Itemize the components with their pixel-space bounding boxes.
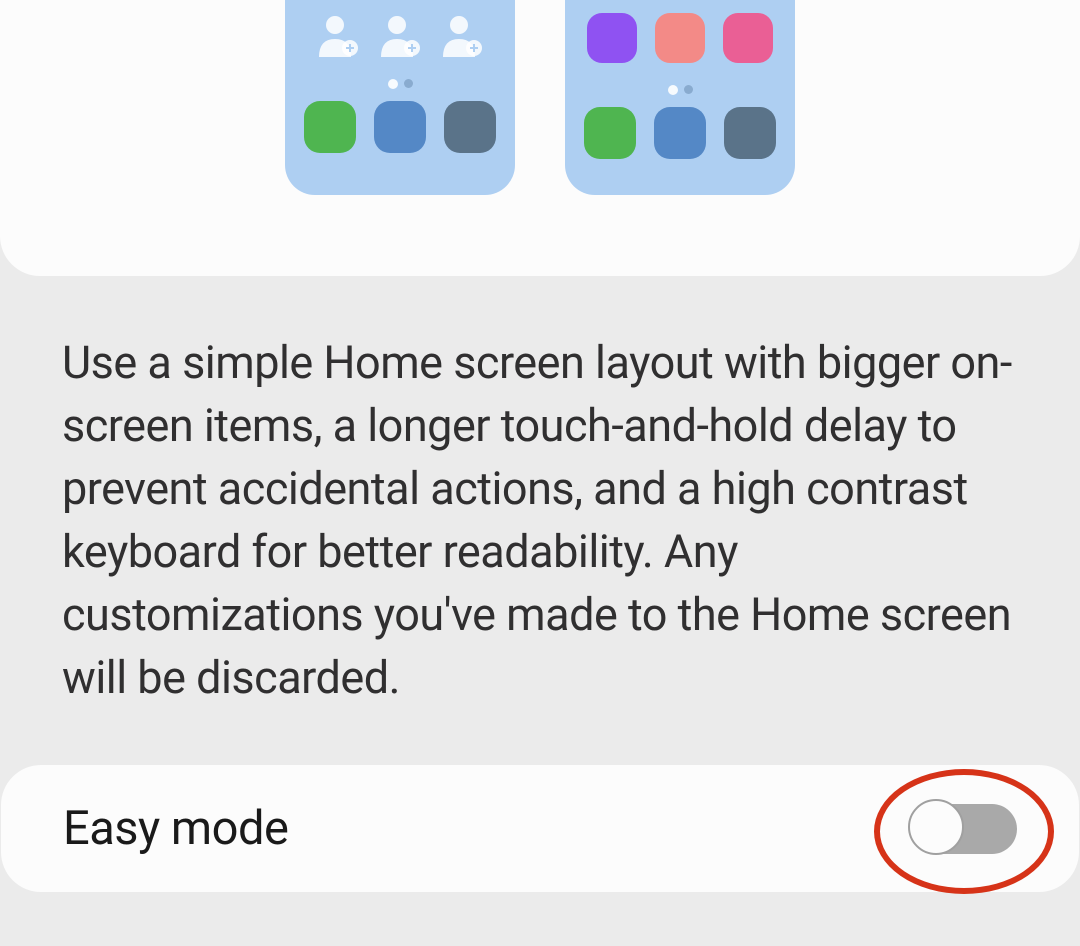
dock-app-icon — [724, 107, 776, 159]
preview-card — [0, 0, 1080, 276]
page-indicator — [668, 85, 693, 95]
page-dot — [684, 85, 693, 94]
easy-mode-toggle-container — [912, 804, 1017, 854]
dock-app-icon — [654, 107, 706, 159]
phone-preview-standard — [565, 0, 795, 195]
page-dot — [404, 79, 413, 88]
easy-mode-row[interactable]: Easy mode — [1, 765, 1079, 892]
dock-app-icon — [444, 101, 496, 153]
toggle-thumb — [908, 799, 964, 855]
add-contact-icon — [441, 13, 483, 57]
previews-container — [285, 0, 795, 195]
app-icon — [587, 13, 637, 63]
add-contact-icon — [317, 13, 359, 57]
add-contact-icon — [379, 13, 421, 57]
dock — [584, 107, 776, 159]
dock-app-icon — [304, 101, 356, 153]
page-indicator — [388, 79, 413, 89]
app-icon — [655, 13, 705, 63]
page-dot-active — [668, 85, 678, 95]
contacts-row — [317, 13, 483, 57]
description-text: Use a simple Home screen layout with big… — [62, 331, 1018, 709]
easy-mode-toggle[interactable] — [912, 804, 1017, 854]
phone-preview-easy — [285, 0, 515, 195]
description-block: Use a simple Home screen layout with big… — [0, 276, 1080, 709]
app-icon — [723, 13, 773, 63]
page-dot-active — [388, 79, 398, 89]
dock — [304, 101, 496, 153]
dock-app-icon — [374, 101, 426, 153]
easy-mode-label: Easy mode — [63, 801, 288, 856]
apps-row — [587, 13, 773, 63]
dock-app-icon — [584, 107, 636, 159]
